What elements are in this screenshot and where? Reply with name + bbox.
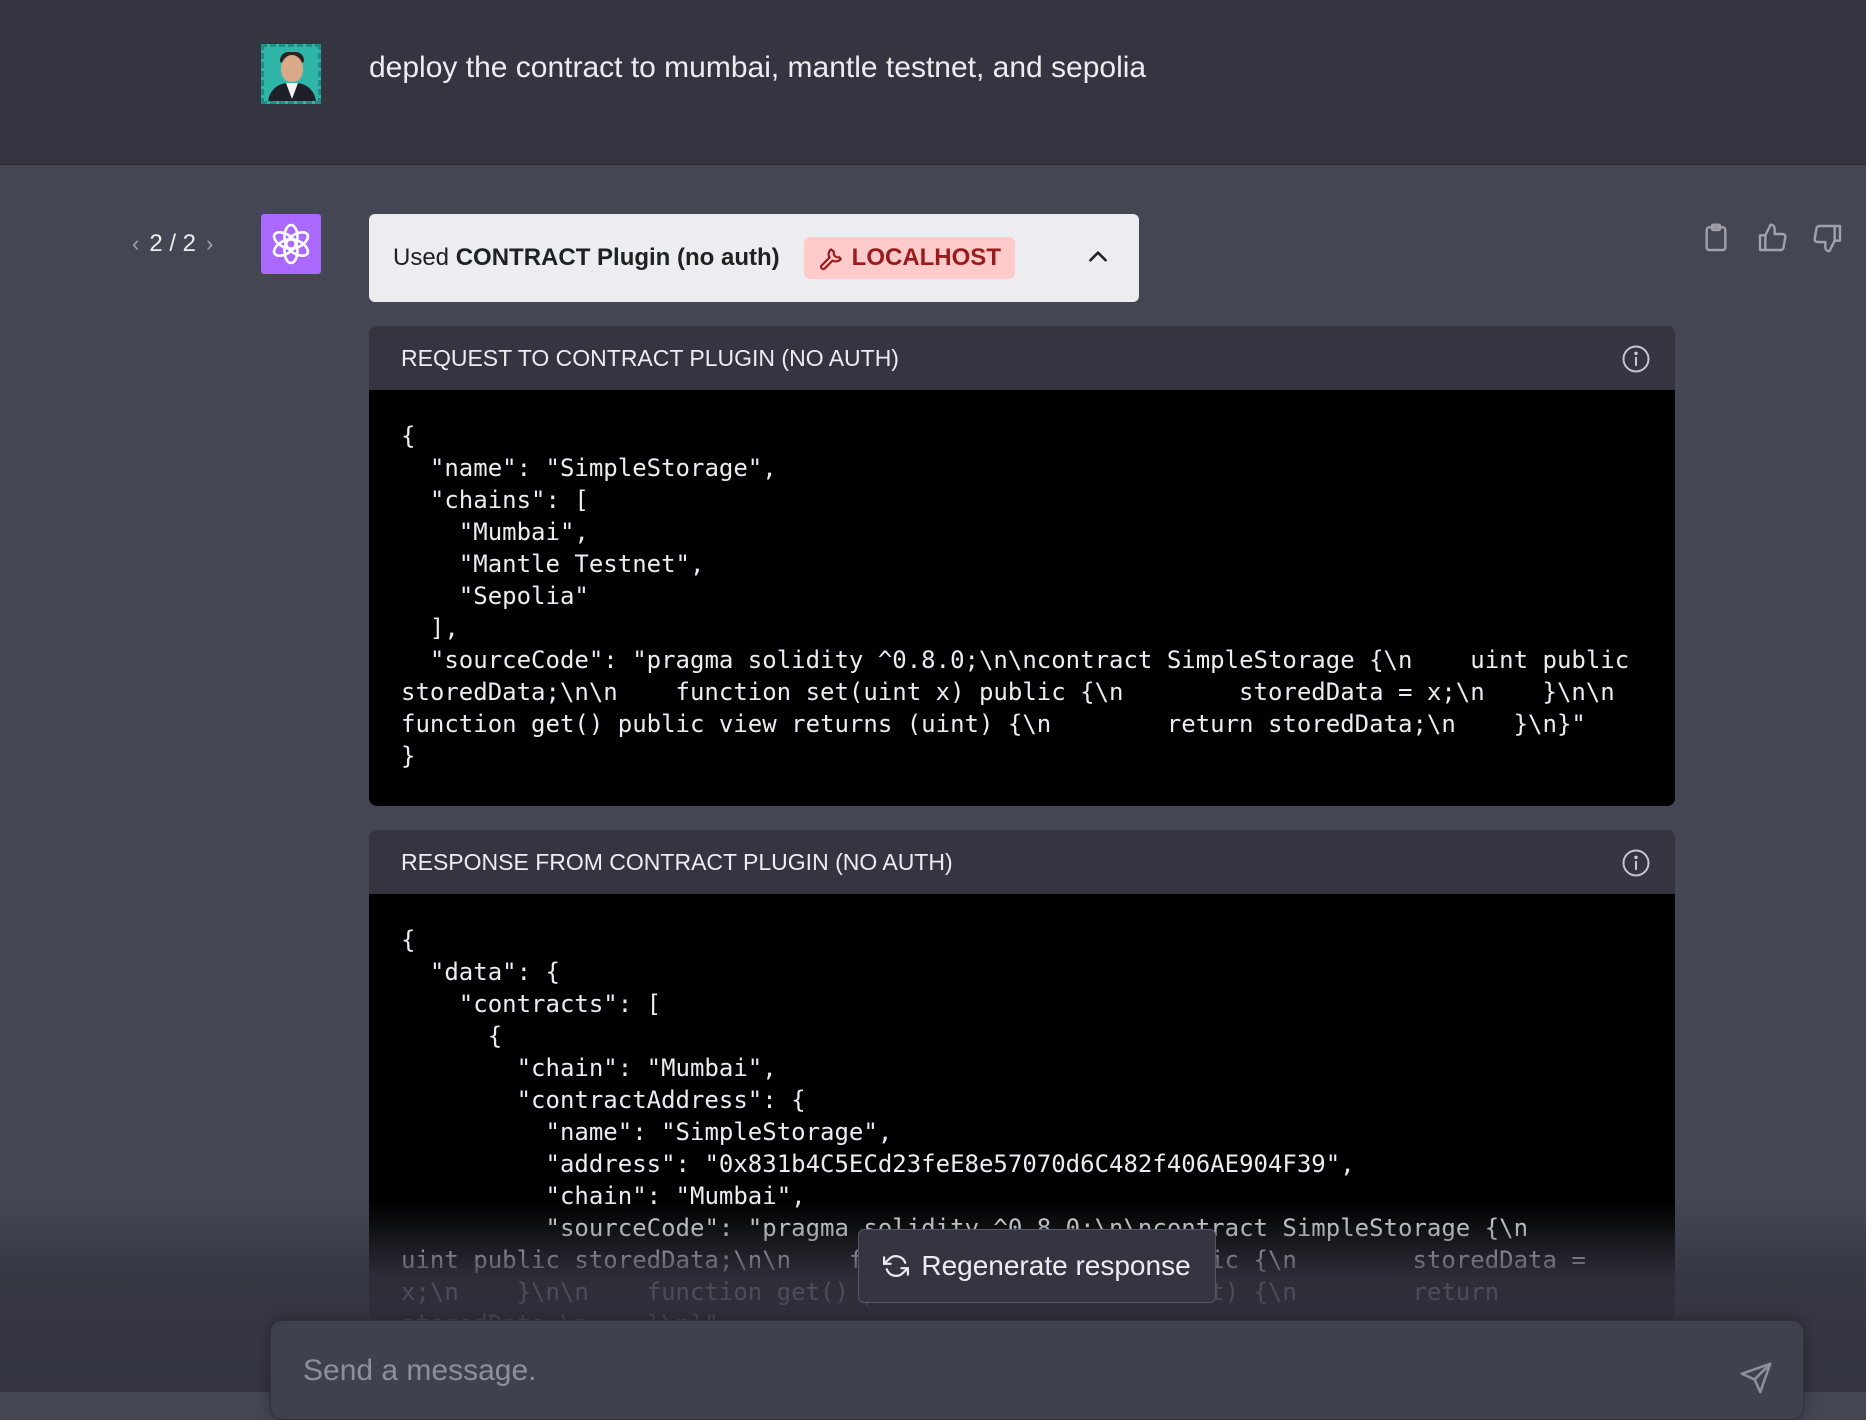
response-pagination: ‹ 2 / 2 › bbox=[132, 230, 213, 258]
user-avatar bbox=[261, 44, 321, 104]
chevron-up-icon[interactable] bbox=[1085, 244, 1111, 270]
request-panel-title: REQUEST TO CONTRACT PLUGIN (NO AUTH) bbox=[401, 344, 899, 371]
request-code-block: { "name": "SimpleStorage", "chains": [ "… bbox=[369, 390, 1675, 802]
request-panel-header: REQUEST TO CONTRACT PLUGIN (NO AUTH) bbox=[369, 326, 1675, 390]
user-message-text: deploy the contract to mumbai, mantle te… bbox=[369, 51, 1147, 84]
chevron-left-icon[interactable]: ‹ bbox=[132, 231, 139, 257]
plugin-usage-toggle[interactable]: Used CONTRACT Plugin (no auth) LOCALHOST bbox=[369, 214, 1139, 302]
response-panel-title: RESPONSE FROM CONTRACT PLUGIN (NO AUTH) bbox=[401, 848, 953, 875]
assistant-logo-icon bbox=[261, 214, 321, 274]
request-panel: REQUEST TO CONTRACT PLUGIN (NO AUTH) { "… bbox=[369, 326, 1675, 806]
thumbs-down-icon[interactable] bbox=[1812, 222, 1844, 254]
chevron-right-icon[interactable]: › bbox=[206, 231, 213, 257]
regenerate-label: Regenerate response bbox=[921, 1250, 1191, 1281]
message-input[interactable] bbox=[301, 1353, 1705, 1389]
regenerate-response-button[interactable]: Regenerate response bbox=[858, 1229, 1216, 1303]
localhost-badge-label: LOCALHOST bbox=[851, 244, 1001, 271]
message-actions bbox=[1700, 222, 1844, 254]
response-panel-header: RESPONSE FROM CONTRACT PLUGIN (NO AUTH) bbox=[369, 830, 1675, 894]
send-icon[interactable] bbox=[1739, 1361, 1773, 1395]
user-message-row: deploy the contract to mumbai, mantle te… bbox=[0, 0, 1866, 165]
info-icon[interactable] bbox=[1621, 344, 1651, 374]
localhost-badge: LOCALHOST bbox=[803, 237, 1015, 279]
refresh-icon bbox=[883, 1255, 910, 1277]
wrench-icon bbox=[819, 248, 842, 271]
response-counter: 2 / 2 bbox=[149, 230, 197, 257]
thumbs-up-icon[interactable] bbox=[1756, 222, 1788, 254]
message-composer bbox=[270, 1320, 1804, 1420]
clipboard-icon[interactable] bbox=[1700, 222, 1732, 254]
plugin-used-label: Used CONTRACT Plugin (no auth) bbox=[393, 244, 780, 271]
info-icon[interactable] bbox=[1621, 848, 1651, 878]
